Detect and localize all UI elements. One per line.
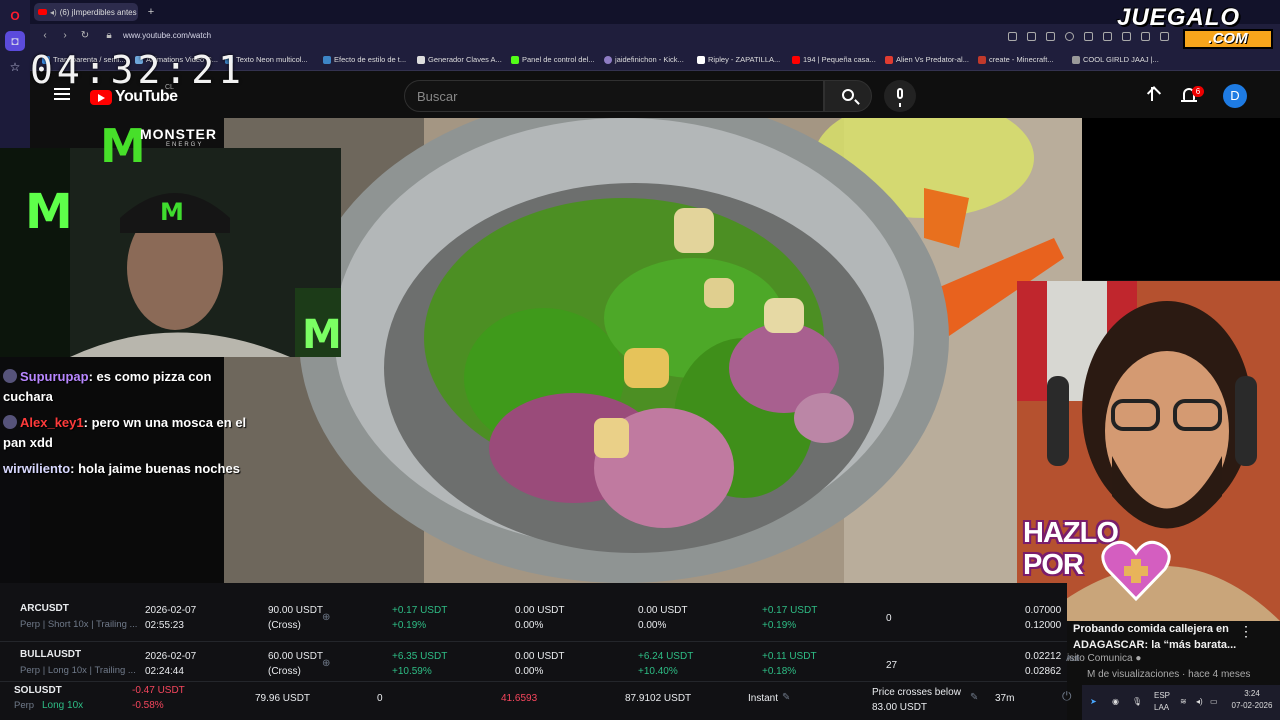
- ripley-icon: [697, 55, 705, 64]
- bookmark-favicon-icon: [1072, 55, 1080, 64]
- svg-text:M: M: [160, 198, 184, 226]
- stream-clock: 04:32:21: [30, 48, 246, 92]
- bookmark-favicon-icon: [323, 55, 331, 64]
- video-meta: M de visualizaciones · hace 4 meses: [1087, 669, 1251, 680]
- recommended-title[interactable]: Probando comida callejera en ADAGASCAR: …: [1073, 621, 1253, 653]
- bookmark-favicon-icon: [978, 55, 986, 64]
- bookmark[interactable]: Generador Claves A...: [417, 55, 502, 64]
- position-symbol[interactable]: SOLUSDT: [14, 683, 62, 698]
- info-icon[interactable]: ⊕: [322, 610, 330, 625]
- browser-tab-youtube[interactable]: ◂) (6) jImperdibles antes: [34, 3, 138, 21]
- bookmark[interactable]: Ripley - ZAPATILLA...: [697, 55, 780, 64]
- heart-icon: [1101, 540, 1171, 602]
- position-detail: Perp | Short 10x | Trailing ...: [20, 619, 138, 630]
- stream-chat: Supurupap: es como pizza con cuchara Ale…: [0, 357, 246, 583]
- position-detail: Perp | Long 10x | Trailing ...: [20, 665, 136, 676]
- microphone-icon: [897, 88, 903, 107]
- avatar[interactable]: D: [1223, 84, 1247, 108]
- svg-text:M: M: [302, 312, 341, 357]
- shield-icon[interactable]: [1065, 32, 1074, 41]
- lock-icon: 🔒︎: [106, 30, 112, 41]
- reload-icon[interactable]: ↻: [78, 30, 92, 41]
- monster-claw-icon: M: [100, 119, 146, 173]
- youtube-favicon-icon: [38, 9, 47, 15]
- kick-icon: [511, 55, 519, 64]
- power-icon[interactable]: ⏻: [1062, 689, 1072, 704]
- info-icon[interactable]: ⊕: [322, 656, 330, 671]
- chat-avatar-icon: [3, 415, 17, 429]
- tab-bar: ◂) (6) jImperdibles antes +: [30, 0, 1280, 24]
- wifi-icon[interactable]: ≋: [1180, 697, 1187, 706]
- app-icon[interactable]: ◉: [1112, 697, 1119, 706]
- speaker-icon: ◂): [50, 7, 57, 17]
- notification-badge: 6: [1192, 86, 1204, 97]
- battery-icon[interactable]: ▭: [1210, 697, 1218, 706]
- bookmark[interactable]: create - Minecraft...: [978, 55, 1054, 64]
- system-taskbar: ➤ ◉ 🎙︎ ESP LAA ≋ ◂) ▭ 3:24 07-02-2026: [1082, 685, 1280, 720]
- monster-energy-logo: M MONSTER ENERGY: [100, 119, 217, 173]
- youtube-favicon-icon: [792, 55, 800, 64]
- garlic: [674, 208, 714, 253]
- url-field[interactable]: www.youtube.com/watch: [123, 31, 211, 40]
- telegram-icon[interactable]: ➤: [1090, 697, 1097, 706]
- webcam-overlay: M M M: [0, 148, 341, 357]
- search-box: [404, 80, 824, 112]
- pin-icon[interactable]: ☆: [5, 57, 25, 77]
- video-letterbox: [1082, 118, 1280, 280]
- tab-search-icon[interactable]: [1103, 32, 1112, 41]
- edit-icon[interactable]: ✎: [782, 690, 790, 705]
- search-input[interactable]: [405, 81, 823, 111]
- chat-username: Alex_key1: [20, 415, 84, 430]
- chat-message: wirwiliento: hola jaime buenas noches: [3, 459, 255, 479]
- recommended-video[interactable]: Probando comida callejera en ADAGASCAR: …: [1067, 621, 1280, 685]
- bookmark-favicon-icon: [604, 55, 612, 64]
- play-icon[interactable]: [1084, 32, 1093, 41]
- extension-icon[interactable]: [1027, 32, 1036, 41]
- verified-icon: ●: [1135, 653, 1142, 664]
- search-button[interactable]: [824, 80, 872, 112]
- chat-username: wirwiliento: [3, 461, 71, 476]
- video-frame: [224, 118, 1082, 583]
- trading-positions-panel: ARCUSDT Perp | Short 10x | Trailing ... …: [0, 583, 1079, 720]
- ginger: [624, 348, 669, 388]
- forward-icon[interactable]: ›: [58, 30, 72, 41]
- chat-username: Supurupap: [20, 369, 89, 384]
- opera-logo-icon[interactable]: O: [5, 6, 25, 26]
- camera-icon[interactable]: [1046, 32, 1055, 41]
- chat-message: Supurupap: es como pizza con cuchara: [3, 367, 255, 407]
- video-player[interactable]: [224, 118, 1082, 583]
- position-symbol[interactable]: BULLAUSDT: [20, 647, 81, 662]
- tab-title: (6) jImperdibles antes: [59, 7, 137, 17]
- address-bar: ‹ › ↻ 🔒︎ www.youtube.com/watch: [30, 24, 1280, 50]
- upload-icon[interactable]: [1143, 86, 1161, 104]
- back-icon[interactable]: ‹: [38, 30, 52, 41]
- extension-icon[interactable]: [1008, 32, 1017, 41]
- monster-claw-icon: M: [25, 184, 73, 240]
- bookmark[interactable]: jaidefinichon - Kick...: [604, 55, 684, 64]
- position-symbol[interactable]: ARCUSDT: [20, 601, 69, 616]
- edit-icon[interactable]: ✎: [970, 690, 978, 705]
- workspace-icon[interactable]: ◘: [5, 31, 25, 51]
- bookmark-favicon-icon: [417, 55, 425, 64]
- chat-avatar-icon: [3, 369, 17, 383]
- search-icon: [842, 89, 854, 101]
- new-tab-button[interactable]: +: [144, 5, 158, 19]
- speaker-icon[interactable]: ◂): [1196, 697, 1203, 706]
- juegalo-logo: JUEGALO .COM: [1113, 4, 1277, 50]
- bookmark-favicon-icon: [885, 55, 893, 64]
- webcam-frame: M M M: [0, 148, 341, 357]
- row-divider: [0, 641, 1067, 642]
- bookmark[interactable]: Efecto de estilo de t...: [323, 55, 406, 64]
- bookmark[interactable]: 194 | Pequeña casa...: [792, 55, 876, 64]
- bookmark[interactable]: Panel de control del...: [511, 55, 595, 64]
- more-options-icon[interactable]: ⋮: [1239, 623, 1253, 640]
- headphones-icon: [1047, 376, 1069, 466]
- bookmark[interactable]: COOL GIRLD JAAJ |...: [1072, 55, 1159, 64]
- chat-message: Alex_key1: pero wn una mosca en el pan x…: [3, 413, 255, 453]
- bookmark[interactable]: Alien Vs Predator-al...: [885, 55, 969, 64]
- row-divider: [0, 681, 1067, 682]
- chat-text: : hola jaime buenas noches: [70, 461, 240, 476]
- voice-search-button[interactable]: [884, 80, 916, 112]
- microphone-icon[interactable]: 🎙︎: [1132, 697, 1142, 706]
